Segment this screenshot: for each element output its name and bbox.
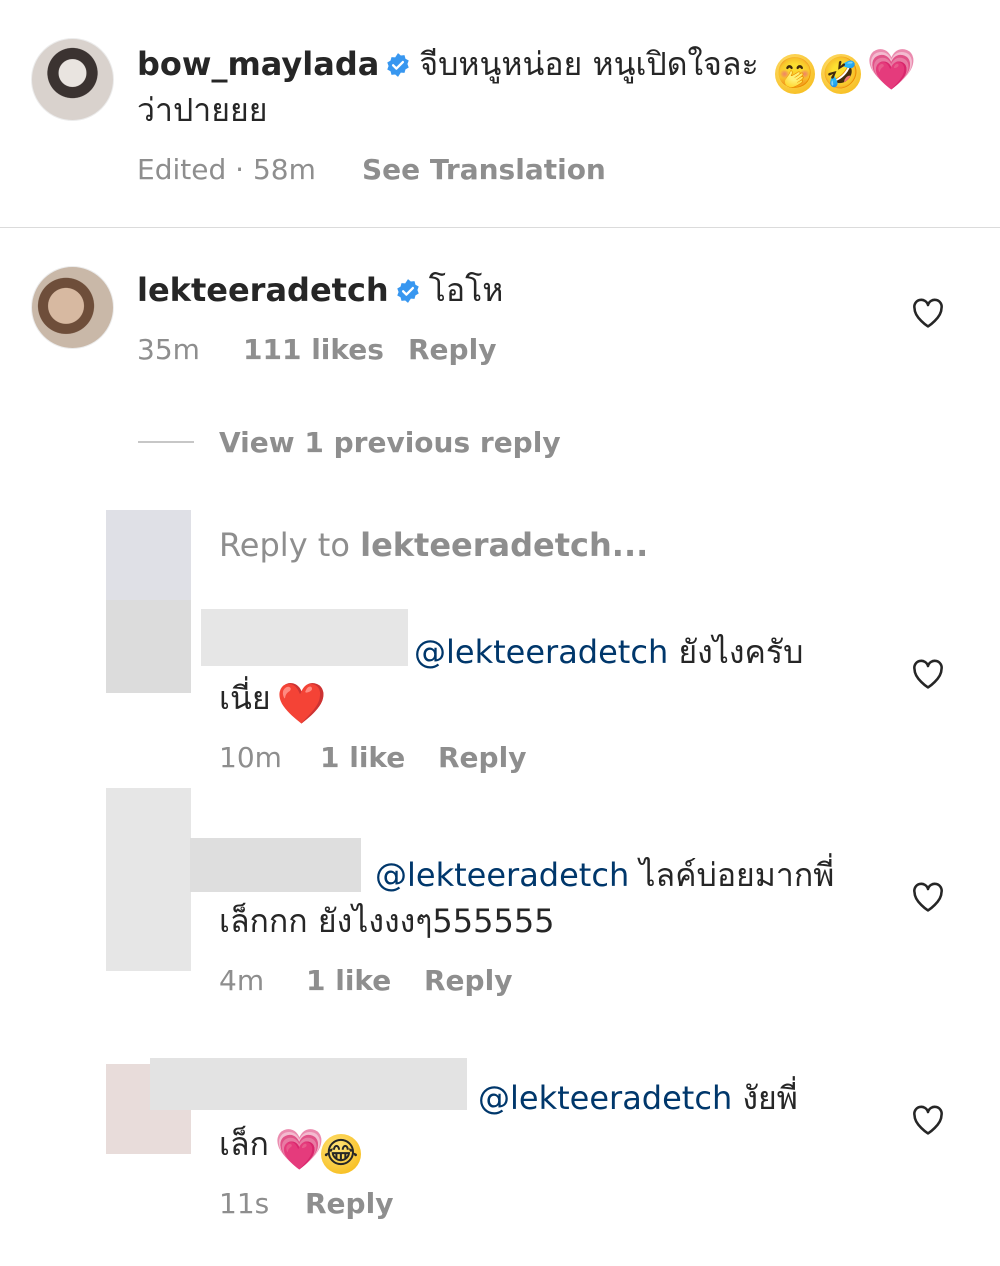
view-previous-reply-label[interactable]: View 1 previous reply [219,426,561,459]
growing-heart-emoji-icon: 💗 [274,1127,325,1173]
rolling-laughing-emoji-icon: 🤣 [820,54,861,94]
like-heart-icon[interactable] [911,297,945,329]
reply-to-username: lekteeradetch... [360,526,649,564]
verified-badge-icon [387,53,410,77]
reply-2-text: ไลค์บ่อยมากพี่ [639,856,835,894]
avatar-bow-maylada[interactable] [31,38,114,121]
reply-1-likes[interactable]: 1 like [320,741,405,774]
comment-username[interactable]: lekteeradetch [137,271,389,309]
reply-2-mention[interactable]: @lekteeradetch [375,856,629,894]
reply-3-time: 11s [219,1187,270,1220]
face-hand-over-mouth-emoji-icon: 🤭 [774,54,815,94]
caption-text: จีบหนูหน่อย หนูเปิดใจละ [419,45,759,83]
caption-time: 58m [252,153,316,186]
reply-1-mention[interactable]: @lekteeradetch [414,633,668,671]
comment-text: โอโห [428,271,504,309]
reply-3-text: งัยพี่ [742,1079,798,1117]
comment-reply-label[interactable]: Reply [408,333,496,366]
comment-reply-button[interactable]: Reply [408,333,496,367]
username-redacted [150,1058,467,1110]
growing-heart-emoji-icon: 💗 [866,47,917,93]
reply-to-label: Reply to [219,526,350,564]
avatar-redacted [106,510,191,600]
reply-1-text-2: เนี่ย [219,679,271,717]
reply-3-line-1: @lekteeradetch งัยพี่ [478,1076,798,1120]
reply-2-time: 4m [219,964,265,997]
reply-1-line-1: @lekteeradetch ยังไงครับ [414,630,803,674]
avatar-redacted [106,788,191,971]
caption-edited: Edited [137,153,227,186]
caption-username[interactable]: bow_maylada [137,45,379,83]
reply-2-line-1: @lekteeradetch ไลค์บ่อยมากพี่ [375,853,834,897]
comment-time: 35m [137,333,200,366]
comment-likes-button[interactable]: 111 likes [243,333,384,367]
like-heart-icon[interactable] [911,881,945,913]
username-redacted [201,609,408,666]
view-replies-line [138,441,194,443]
see-translation-button[interactable]: See Translation [362,153,606,187]
reply-1-reply-button[interactable]: Reply [438,741,526,775]
caption-meta: Edited · 58m [137,153,316,186]
reply-1-reply-label[interactable]: Reply [438,741,526,774]
comment-line: lekteeradetch โอโห [137,268,503,312]
red-heart-emoji-icon: ❤️ [276,681,327,727]
caption-divider [0,227,1000,228]
reply-3-mention[interactable]: @lekteeradetch [478,1079,732,1117]
avatar-lekteeradetch[interactable] [31,266,114,349]
reply-3-text-2: เล็ก [219,1125,269,1163]
reply-2-reply-button[interactable]: Reply [424,964,512,998]
tears-of-joy-emoji-icon: 😂 [320,1134,361,1174]
like-heart-icon[interactable] [911,1104,945,1136]
view-previous-reply-button[interactable]: View 1 previous reply [219,426,561,460]
like-heart-icon[interactable] [911,658,945,690]
caption-line-2: ว่าปายยย [137,91,268,129]
reply-1-text: ยังไงครับ [678,633,804,671]
reply-2-likes[interactable]: 1 like [306,964,391,997]
reply-2-likes-button[interactable]: 1 like [306,964,391,998]
comment-likes[interactable]: 111 likes [243,333,384,366]
reply-to-input[interactable]: Reply to lekteeradetch... [219,527,648,563]
username-redacted [190,838,361,892]
see-translation-label[interactable]: See Translation [362,153,606,186]
avatar-redacted [106,600,191,693]
reply-1-likes-button[interactable]: 1 like [320,741,405,775]
verified-badge-icon [396,279,419,303]
reply-3-line-2: เล็ก 💗😂 [219,1122,361,1174]
reply-3-reply-label[interactable]: Reply [305,1187,393,1220]
reply-2-line-2: เล็กกก ยังไงงงๆ555555 [219,902,555,940]
reply-2-reply-label[interactable]: Reply [424,964,512,997]
caption-line-1: bow_maylada จีบหนูหน่อย หนูเปิดใจละ 🤭 🤣 💗 [137,42,917,94]
reply-1-time: 10m [219,741,282,774]
reply-1-line-2: เนี่ย ❤️ [219,676,327,727]
reply-3-reply-button[interactable]: Reply [305,1187,393,1221]
